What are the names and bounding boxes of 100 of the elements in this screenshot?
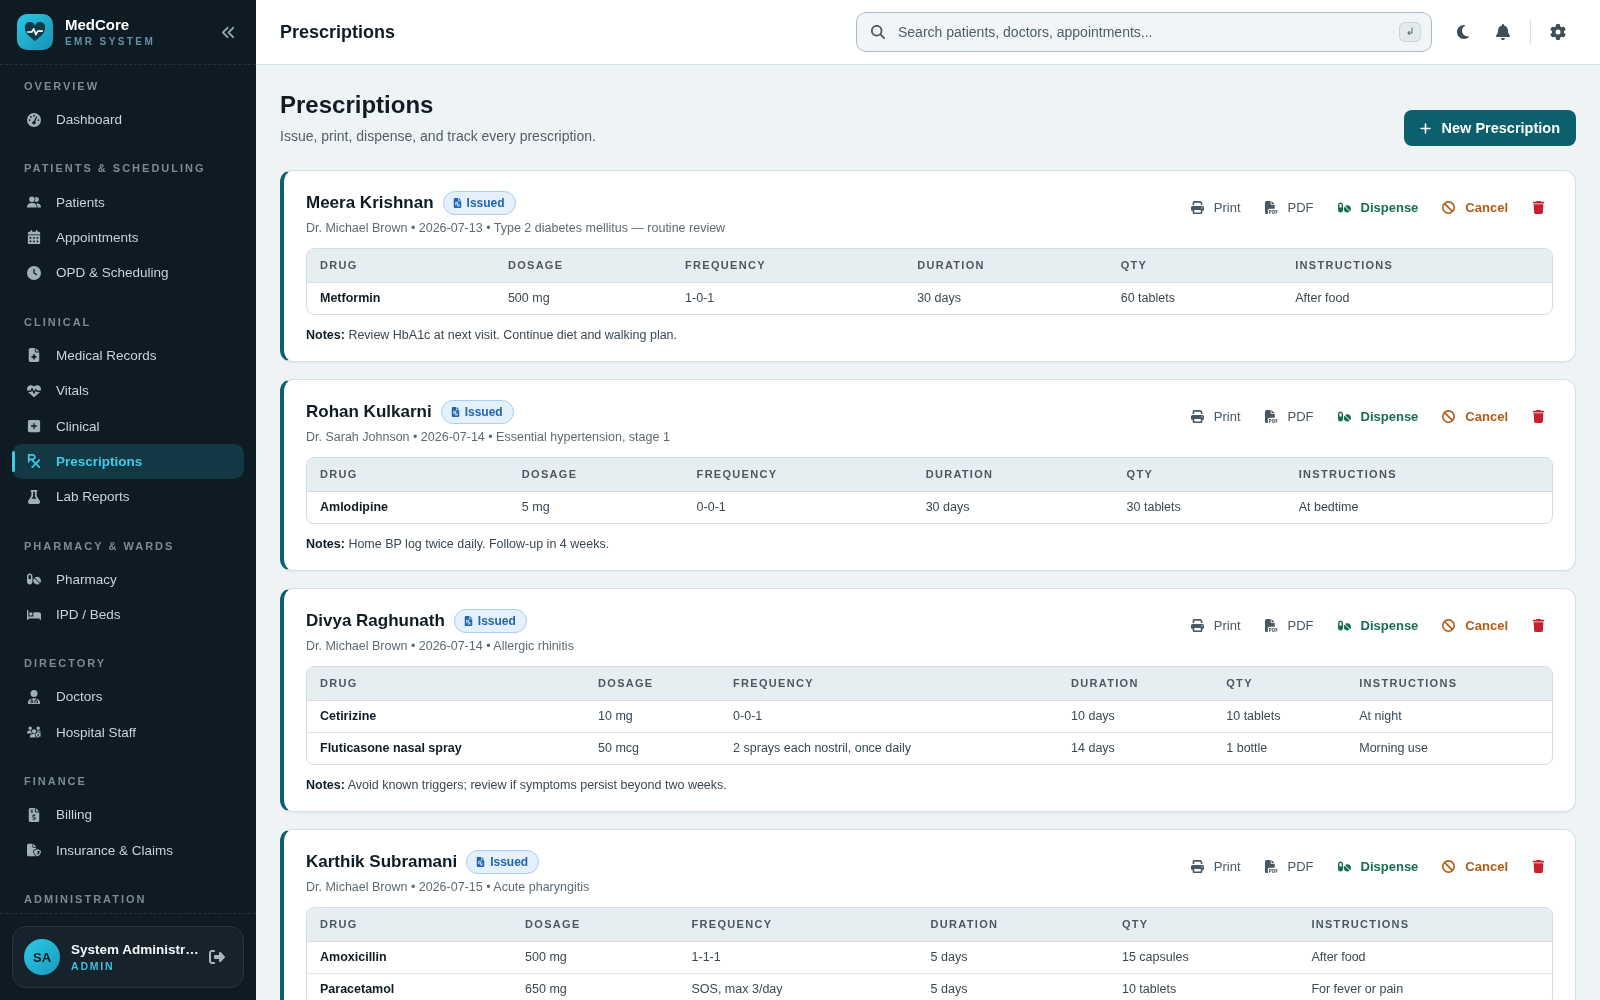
table-cell: 2 sprays each nostril, once daily — [720, 732, 1059, 764]
heart-pulse-icon — [27, 383, 41, 398]
sidebar-item[interactable]: Patients — [12, 184, 244, 220]
pills-icon — [1337, 410, 1351, 423]
sidebar-item[interactable]: Billing — [12, 797, 244, 833]
print-button[interactable]: Print — [1180, 854, 1251, 879]
column-header: DURATION — [904, 249, 1108, 282]
print-button[interactable]: Print — [1180, 404, 1251, 429]
sidebar-item[interactable]: Vitals — [12, 372, 244, 409]
sidebar-item[interactable]: Insurance & Claims — [12, 832, 244, 868]
dispense-button[interactable]: Dispense — [1327, 195, 1429, 220]
dispense-button[interactable]: Dispense — [1327, 613, 1429, 638]
sidebar-item[interactable]: Appointments — [12, 219, 244, 256]
logout-icon[interactable] — [209, 949, 225, 965]
sidebar-item[interactable]: Lab Reports — [12, 479, 244, 515]
table-cell: 5 days — [917, 941, 1109, 973]
plus-icon — [1418, 121, 1432, 135]
printer-icon — [1190, 619, 1204, 632]
pills-icon — [1337, 860, 1351, 873]
prescription-notes: Notes: Review HbA1c at next visit. Continue diet and walking plan. — [306, 327, 679, 344]
user-avatar: SA — [24, 939, 60, 975]
pdf-file-icon — [1264, 410, 1278, 423]
trash-icon[interactable] — [1532, 201, 1545, 214]
pdf-button[interactable]: PDF — [1254, 404, 1324, 429]
header-title: Prescriptions — [280, 21, 396, 43]
table-cell: 10 tablets — [1213, 700, 1347, 732]
prescription-meta: Dr. Michael Brown • 2026-07-15 • Acute pharyngitis — [306, 879, 590, 896]
return-key-icon — [1399, 22, 1421, 42]
pdf-button[interactable]: PDF — [1254, 195, 1324, 220]
nav-section-label: FINANCE — [23, 774, 88, 789]
table-cell: SOS, max 3/day — [678, 973, 918, 1000]
cancel-button[interactable]: Cancel — [1432, 613, 1518, 638]
nav-section-label: DIRECTORY — [23, 656, 108, 671]
cancel-button[interactable]: Cancel — [1432, 195, 1518, 220]
sidebar-item[interactable]: Prescriptions — [12, 443, 244, 480]
table-cell: 1-0-1 — [672, 282, 905, 314]
dispense-button[interactable]: Dispense — [1327, 854, 1429, 879]
nav-section-label: ADMINISTRATION — [23, 891, 148, 906]
trash-icon[interactable] — [1532, 619, 1545, 632]
printer-icon — [1190, 201, 1204, 214]
status-badge: Issued — [442, 191, 516, 215]
column-header: QTY — [1113, 458, 1286, 491]
collapse-chevrons-icon[interactable] — [221, 24, 236, 40]
table-cell: 0-0-1 — [720, 700, 1059, 732]
sidebar-item[interactable]: IPD / Beds — [12, 596, 244, 633]
trash-icon[interactable] — [1532, 410, 1545, 423]
settings-icon[interactable] — [1550, 24, 1566, 40]
table-cell: 15 capsules — [1108, 941, 1299, 973]
prescription-file-icon — [476, 857, 486, 867]
trash-icon[interactable] — [1532, 860, 1545, 873]
column-header: QTY — [1107, 249, 1283, 282]
table-cell: Amoxicillin — [307, 941, 513, 973]
moon-icon[interactable] — [1455, 24, 1471, 40]
table-cell: 500 mg — [512, 941, 679, 973]
invoice-icon — [27, 807, 41, 822]
column-header: DOSAGE — [508, 458, 684, 491]
cancel-button[interactable]: Cancel — [1432, 854, 1518, 879]
print-button[interactable]: Print — [1180, 613, 1251, 638]
search-field[interactable]: Search patients, doctors, appointments... — [856, 12, 1432, 52]
table-cell: For fever or pain — [1298, 973, 1552, 1000]
table-cell: Fluticasone nasal spray — [307, 732, 586, 764]
rx-icon — [27, 454, 41, 469]
print-button[interactable]: Print — [1180, 195, 1251, 220]
table-cell: 650 mg — [512, 973, 679, 1000]
column-header: FREQUENCY — [672, 249, 905, 282]
table-cell: 500 mg — [494, 282, 673, 314]
patient-name: Karthik Subramani — [306, 852, 458, 872]
calendar-icon — [27, 230, 41, 245]
users-icon — [27, 195, 41, 210]
pills-icon — [27, 572, 41, 587]
ban-icon — [1442, 860, 1456, 873]
shield-file-icon — [27, 843, 41, 858]
nav-section-label: CLINICAL — [23, 314, 93, 329]
ban-icon — [1442, 619, 1456, 632]
column-header: QTY — [1213, 667, 1347, 700]
bed-icon — [27, 607, 41, 622]
sidebar-item[interactable]: Clinical — [12, 408, 244, 444]
table-cell: 10 tablets — [1108, 973, 1299, 1000]
sidebar-item[interactable]: Hospital Staff — [12, 714, 244, 751]
clock-icon — [27, 265, 41, 280]
column-header: QTY — [1108, 908, 1299, 941]
column-header: DOSAGE — [494, 249, 673, 282]
column-header: DOSAGE — [585, 667, 721, 700]
new-prescription-button[interactable]: New Prescription — [1403, 110, 1576, 146]
sidebar-item[interactable]: Doctors — [12, 679, 244, 715]
sidebar-item[interactable]: Dashboard — [12, 102, 244, 138]
table-cell: Metformin — [307, 282, 495, 314]
pdf-button[interactable]: PDF — [1254, 613, 1324, 638]
cancel-button[interactable]: Cancel — [1432, 404, 1518, 429]
sidebar-item[interactable]: Medical Records — [12, 337, 244, 373]
sidebar-item[interactable]: Pharmacy — [12, 561, 244, 597]
sidebar-item[interactable]: OPD & Scheduling — [12, 255, 244, 291]
nav-section-label: OVERVIEW — [23, 79, 101, 93]
gauge-icon — [27, 112, 41, 127]
pdf-button[interactable]: PDF — [1254, 854, 1324, 879]
dispense-button[interactable]: Dispense — [1327, 404, 1429, 429]
bell-icon[interactable] — [1495, 24, 1511, 40]
table-cell: After food — [1282, 282, 1552, 314]
brand-name: MedCore — [65, 16, 131, 33]
brand-subtitle: EMR SYSTEM — [65, 36, 156, 48]
